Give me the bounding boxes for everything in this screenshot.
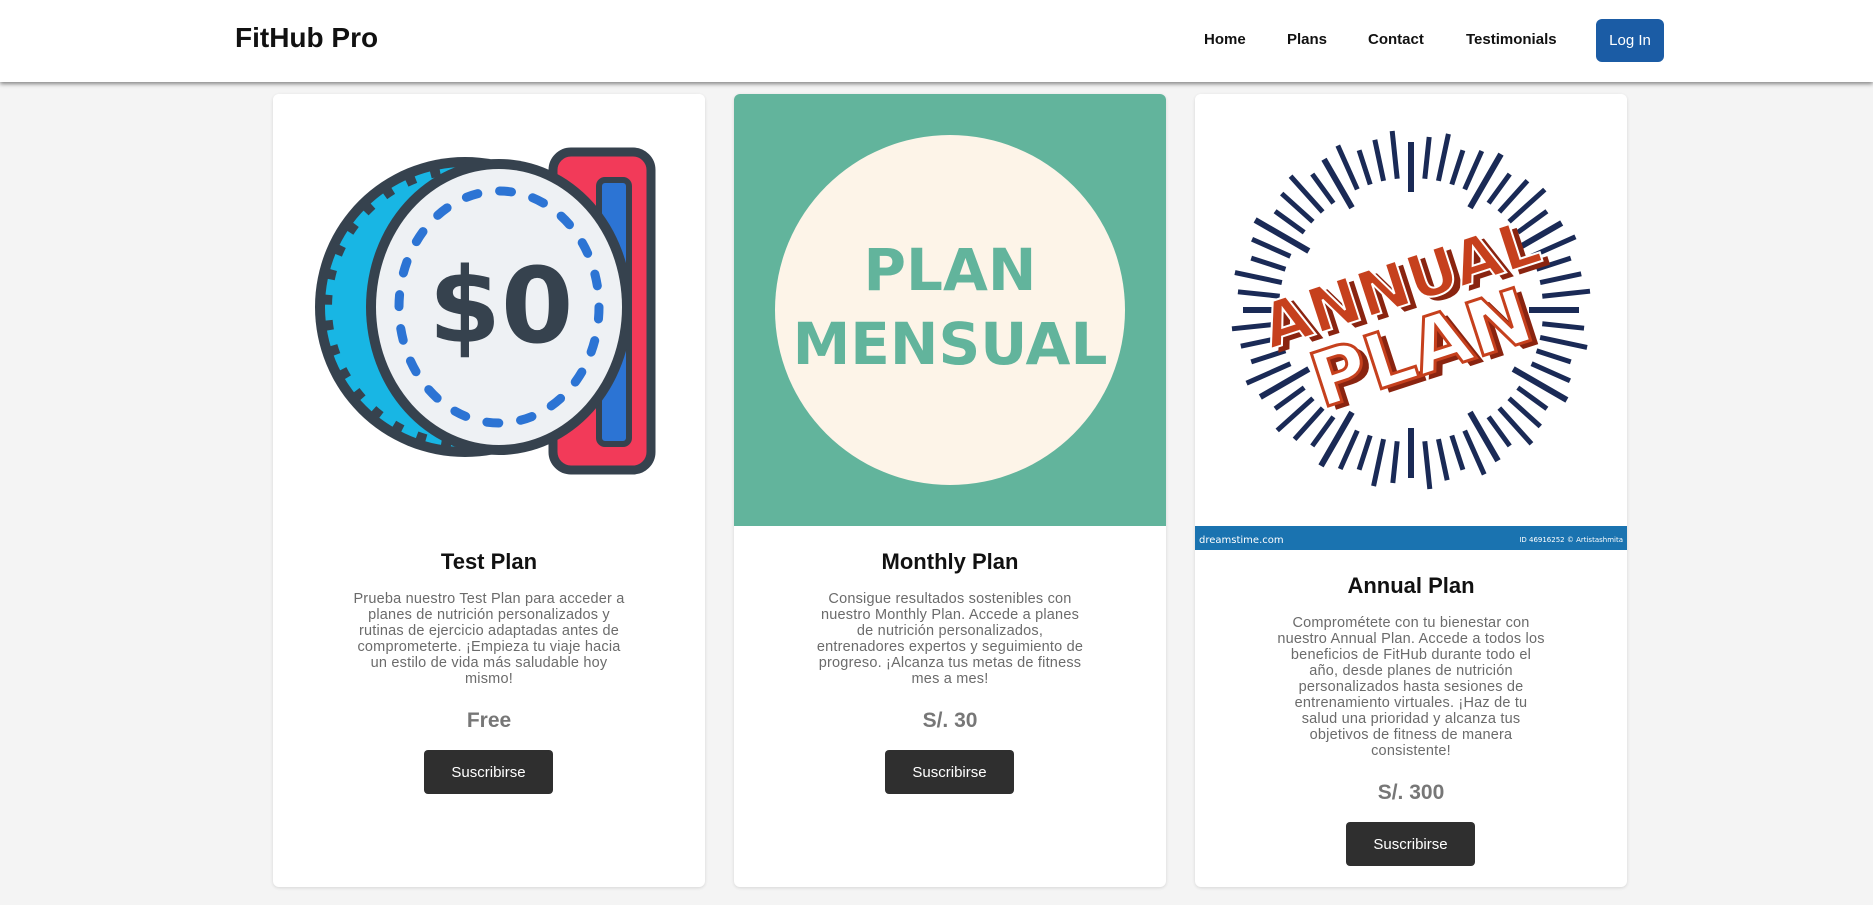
brand-logo[interactable]: FitHub Pro xyxy=(235,22,378,54)
nav-testimonials[interactable]: Testimonials xyxy=(1466,31,1557,48)
svg-text:MENSUAL: MENSUAL xyxy=(793,310,1108,378)
svg-text:PLAN: PLAN xyxy=(864,236,1037,304)
plan-title: Test Plan xyxy=(440,549,538,574)
plan-price: S/. 300 xyxy=(1377,781,1445,804)
plan-description: Prueba nuestro Test Plan para acceder a … xyxy=(353,591,625,687)
plan-mensual-image: PLAN MENSUAL xyxy=(734,94,1166,526)
annual-plan-image: ANNUAL ANNUAL PLAN PLAN dreamstime.com I… xyxy=(1195,94,1627,550)
plan-title: Monthly Plan xyxy=(881,549,1019,574)
svg-text:dreamstime.com: dreamstime.com xyxy=(1199,535,1284,546)
nav-contact[interactable]: Contact xyxy=(1368,31,1424,48)
nav-home[interactable]: Home xyxy=(1204,31,1246,48)
subscribe-button[interactable]: Suscribirse xyxy=(424,750,553,794)
plan-description: Consigue resultados sostenibles con nues… xyxy=(816,591,1084,687)
subscribe-button[interactable]: Suscribirse xyxy=(885,750,1014,794)
plan-price: S/. 30 xyxy=(922,709,978,732)
plan-card-test: $0 Test Plan Prueba nuestro Test Plan pa… xyxy=(273,94,705,887)
svg-text:ID 46916252 © Artistashmita: ID 46916252 © Artistashmita xyxy=(1519,536,1623,544)
zero-dollar-coin-image: $0 xyxy=(273,94,705,526)
login-button[interactable]: Log In xyxy=(1596,19,1664,62)
site-header: FitHub Pro Home Plans Contact Testimonia… xyxy=(0,0,1873,82)
nav-plans[interactable]: Plans xyxy=(1287,31,1327,48)
plan-title: Annual Plan xyxy=(1347,573,1475,598)
subscribe-button[interactable]: Suscribirse xyxy=(1346,822,1475,866)
plan-price: Free xyxy=(466,709,512,732)
svg-text:$0: $0 xyxy=(429,245,574,367)
plan-card-annual: ANNUAL ANNUAL PLAN PLAN dreamstime.com I… xyxy=(1195,94,1627,887)
plan-description: Comprométete con tu bienestar con nuestr… xyxy=(1277,615,1545,759)
plan-card-monthly: PLAN MENSUAL Monthly Plan Consigue resul… xyxy=(734,94,1166,887)
